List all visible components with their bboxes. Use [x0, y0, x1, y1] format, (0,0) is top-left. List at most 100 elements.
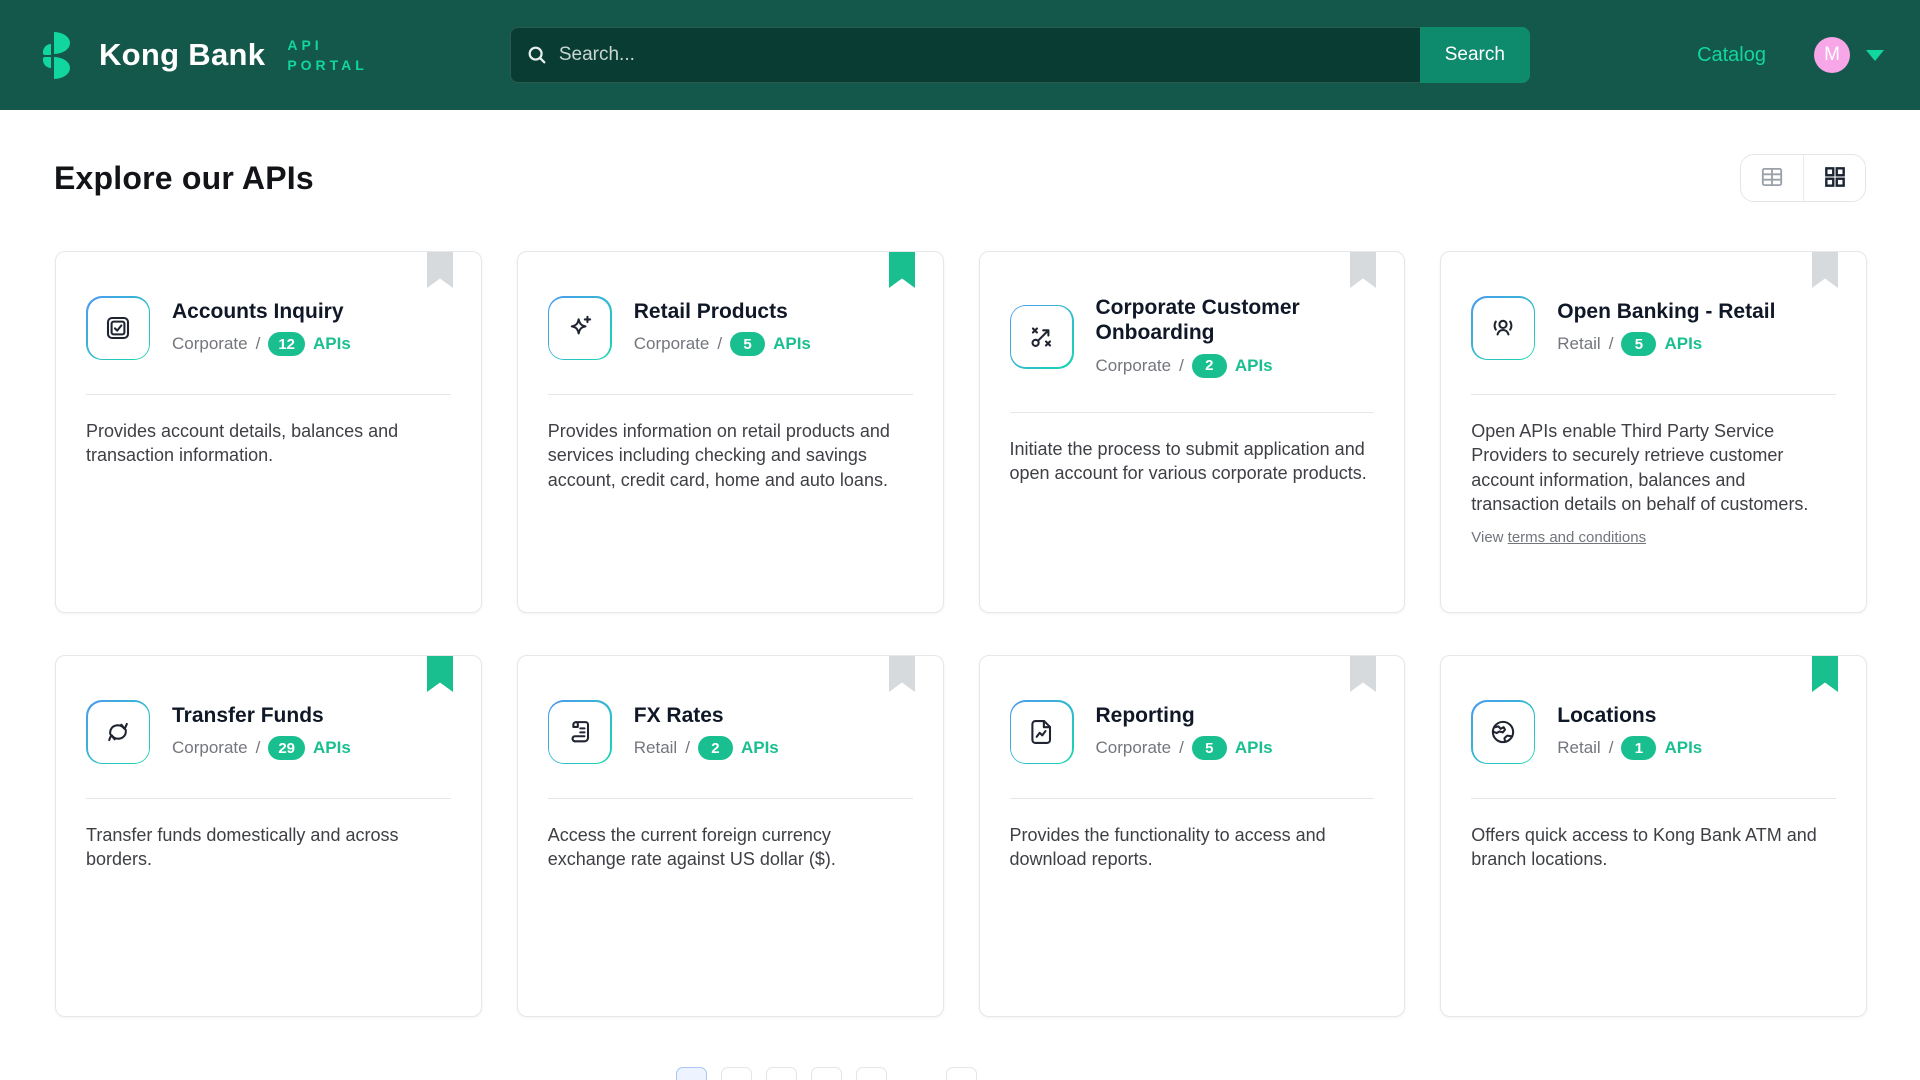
api-card-meta: Retail / 2 APIs [634, 736, 779, 760]
bookmark-icon[interactable] [1812, 252, 1838, 288]
user-menu[interactable]: M [1814, 37, 1884, 73]
category-separator: / [685, 738, 690, 758]
api-card-title: FX Rates [634, 704, 779, 729]
page-button-5[interactable]: 5 [856, 1067, 887, 1080]
api-card-meta: Corporate / 2 APIs [1096, 354, 1375, 378]
page-title: Explore our APIs [54, 160, 314, 197]
apis-label: APIs [313, 334, 351, 354]
api-card-title: Retail Products [634, 300, 811, 325]
search-icon [526, 44, 548, 71]
card-divider [86, 798, 451, 799]
api-card-description: Provides the functionality to access and… [1010, 823, 1375, 872]
category-separator: / [256, 334, 261, 354]
card-divider [1010, 412, 1375, 413]
pagination-ellipsis: … [901, 1067, 932, 1080]
api-card-description: Transfer funds domestically and across b… [86, 823, 451, 872]
kong-bank-logo-icon [43, 32, 81, 79]
category-separator: / [1179, 738, 1184, 758]
api-card-title: Accounts Inquiry [172, 300, 351, 325]
api-card-title: Open Banking - Retail [1557, 300, 1775, 325]
category-separator: / [1179, 356, 1184, 376]
avatar[interactable]: M [1814, 37, 1850, 73]
api-card-description: Access the current foreign currency exch… [548, 823, 913, 872]
search-bar: Search [510, 27, 1530, 83]
bookmark-icon[interactable] [1350, 252, 1376, 288]
category-separator: / [1609, 738, 1614, 758]
bookmark-icon[interactable] [889, 656, 915, 692]
apis-label: APIs [1235, 356, 1273, 376]
api-card[interactable]: Retail Products Corporate / 5 APIs Provi… [517, 251, 944, 613]
api-card[interactable]: Accounts Inquiry Corporate / 12 APIs Pro… [55, 251, 482, 613]
category-label: Retail [1557, 334, 1600, 354]
api-card-description: Initiate the process to submit applicati… [1010, 437, 1375, 486]
sparkle-icon [548, 296, 612, 360]
api-card[interactable]: Locations Retail / 1 APIs Offers quick a… [1440, 655, 1867, 1017]
apis-label: APIs [741, 738, 779, 758]
api-card-meta: Corporate / 12 APIs [172, 332, 351, 356]
api-card-meta: Corporate / 5 APIs [1096, 736, 1273, 760]
bookmark-icon[interactable] [427, 656, 453, 692]
category-label: Corporate [172, 738, 248, 758]
view-toggle [1740, 154, 1866, 202]
category-separator: / [717, 334, 722, 354]
bookmark-icon[interactable] [427, 252, 453, 288]
apis-label: APIs [773, 334, 811, 354]
api-count-badge: 5 [730, 332, 765, 356]
api-count-badge: 2 [1192, 354, 1227, 378]
brand-subtitle: API PORTAL [287, 35, 368, 76]
apis-label: APIs [313, 738, 351, 758]
api-count-badge: 29 [268, 736, 305, 760]
bookmark-icon[interactable] [889, 252, 915, 288]
table-view-button[interactable] [1741, 155, 1803, 201]
api-card-description: Offers quick access to Kong Bank ATM and… [1471, 823, 1836, 872]
page-button-3[interactable]: 3 [766, 1067, 797, 1080]
api-card-description: Provides information on retail products … [548, 419, 913, 492]
bookmark-icon[interactable] [1350, 656, 1376, 692]
api-card-title: Corporate Customer Onboarding [1096, 296, 1375, 346]
page-button-1[interactable]: 1 [676, 1067, 707, 1080]
terms-link[interactable]: terms and conditions [1508, 529, 1646, 546]
api-card-grid: Accounts Inquiry Corporate / 12 APIs Pro… [0, 251, 1920, 1017]
report-icon [1010, 700, 1074, 764]
card-divider [548, 798, 913, 799]
category-separator: / [1609, 334, 1614, 354]
brand-logo[interactable]: Kong Bank API PORTAL [43, 32, 368, 79]
terms-line: View terms and conditions [1471, 529, 1836, 546]
api-card[interactable]: Corporate Customer Onboarding Corporate … [979, 251, 1406, 613]
category-label: Retail [634, 738, 677, 758]
globe-icon [1471, 700, 1535, 764]
api-card-meta: Corporate / 5 APIs [634, 332, 811, 356]
api-count-badge: 5 [1621, 332, 1656, 356]
transfer-icon [86, 700, 150, 764]
apis-label: APIs [1664, 334, 1702, 354]
bookmark-icon[interactable] [1812, 656, 1838, 692]
api-card[interactable]: FX Rates Retail / 2 APIs Access the curr… [517, 655, 944, 1017]
api-card-meta: Corporate / 29 APIs [172, 736, 351, 760]
category-label: Corporate [634, 334, 710, 354]
table-view-icon [1759, 164, 1785, 193]
api-card[interactable]: Reporting Corporate / 5 APIs Provides th… [979, 655, 1406, 1017]
api-count-badge: 1 [1621, 736, 1656, 760]
api-card-description: Open APIs enable Third Party Service Pro… [1471, 419, 1836, 517]
page-button-4[interactable]: 4 [811, 1067, 842, 1080]
api-card-meta: Retail / 1 APIs [1557, 736, 1702, 760]
card-divider [1471, 394, 1836, 395]
nav-catalog-link[interactable]: Catalog [1697, 44, 1766, 67]
category-label: Retail [1557, 738, 1600, 758]
api-count-badge: 5 [1192, 736, 1227, 760]
people-icon [1471, 296, 1535, 360]
strategy-icon [1010, 305, 1074, 369]
chevron-down-icon[interactable] [1866, 50, 1884, 61]
page-button-10[interactable]: 10 [946, 1067, 977, 1080]
page-button-2[interactable]: 2 [721, 1067, 752, 1080]
api-card[interactable]: Transfer Funds Corporate / 29 APIs Trans… [55, 655, 482, 1017]
pagination: 1 2 3 4 5 … 10 [0, 1067, 1812, 1080]
card-divider [548, 394, 913, 395]
grid-view-button[interactable] [1803, 155, 1865, 201]
category-separator: / [256, 738, 261, 758]
search-button[interactable]: Search [1420, 27, 1530, 83]
search-input[interactable] [510, 27, 1420, 83]
api-card-title: Locations [1557, 704, 1702, 729]
api-card[interactable]: Open Banking - Retail Retail / 5 APIs Op… [1440, 251, 1867, 613]
card-divider [86, 394, 451, 395]
